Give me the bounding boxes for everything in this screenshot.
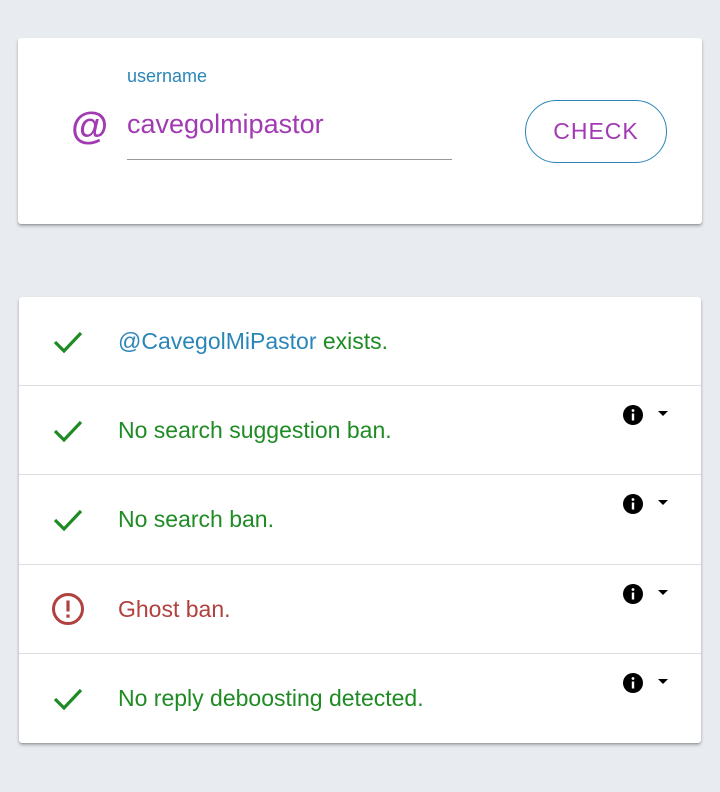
- check-button[interactable]: CHECK: [525, 100, 667, 163]
- alert-circle-icon: [52, 593, 84, 625]
- info-icon[interactable]: [622, 404, 644, 426]
- username-input[interactable]: [127, 104, 452, 144]
- results-card: @CavegolMiPastor exists. No search sugge…: [19, 297, 701, 743]
- reply-deboosting-text: No reply deboosting detected.: [118, 685, 424, 711]
- search-ban-text: No search ban.: [118, 506, 274, 532]
- result-row-search-suggestion-ban: No search suggestion ban.: [19, 385, 701, 475]
- result-row-ghost-ban: Ghost ban.: [19, 564, 701, 654]
- exists-status-text: @CavegolMiPastor exists.: [118, 326, 388, 356]
- info-icon[interactable]: [622, 493, 644, 515]
- search-suggestion-ban-text: No search suggestion ban.: [118, 417, 392, 443]
- chevron-down-icon[interactable]: [657, 410, 669, 418]
- at-sign-icon: @: [70, 106, 108, 148]
- check-icon: [53, 331, 83, 354]
- ghost-ban-text: Ghost ban.: [118, 596, 231, 622]
- check-icon: [53, 688, 83, 711]
- check-icon: [53, 420, 83, 443]
- username-input-underline: [127, 159, 452, 160]
- chevron-down-icon[interactable]: [657, 678, 669, 686]
- info-icon[interactable]: [622, 672, 644, 694]
- result-row-reply-deboosting: No reply deboosting detected.: [19, 653, 701, 743]
- exists-suffix: exists.: [316, 328, 389, 354]
- chevron-down-icon[interactable]: [657, 499, 669, 507]
- result-row-exists: @CavegolMiPastor exists.: [19, 297, 701, 386]
- info-icon[interactable]: [622, 583, 644, 605]
- check-icon: [53, 509, 83, 532]
- chevron-down-icon[interactable]: [657, 589, 669, 597]
- result-row-search-ban: No search ban.: [19, 474, 701, 564]
- profile-handle-link[interactable]: @CavegolMiPastor: [118, 328, 316, 354]
- username-field-label: username: [127, 66, 208, 86]
